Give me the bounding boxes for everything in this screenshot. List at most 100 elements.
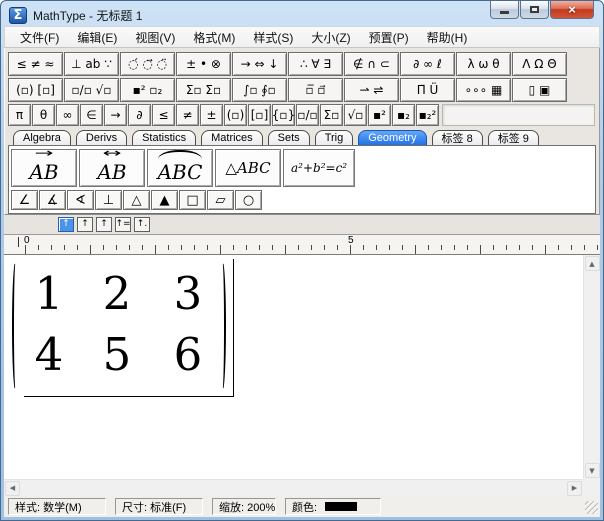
quick-superscript-button[interactable]: ▪² [368, 104, 391, 126]
matrix-equation[interactable]: 1 2 3 4 5 6 [12, 259, 234, 397]
palette-arrow-symbols[interactable]: → ⇔ ↓ [232, 52, 287, 76]
palette-fraction-radical-templates[interactable]: ▫/▫ √▫ [64, 78, 119, 102]
vertical-scrollbar[interactable]: ▲ ▼ [583, 255, 600, 479]
palette-matrix-templates[interactable]: ∘∘∘ ▦ [456, 78, 511, 102]
palette-integral-templates[interactable]: ∫▫ ∮▫ [232, 78, 287, 102]
triangle-filled-button[interactable]: ▲ [151, 190, 178, 210]
maximize-button[interactable] [520, 1, 549, 19]
ruler[interactable]: 0 5 [4, 235, 600, 255]
pythagoras-button[interactable]: a²+b²=c² [283, 149, 356, 187]
menu-help[interactable]: 帮助(H) [418, 26, 477, 49]
geometry-tab-panel: → AB ↔ AB ABC △ ABC a²+b²=c² ∠ ∡ ∢ ⊥ △ ▲… [8, 145, 596, 214]
quick-braces-button[interactable]: {▫} [272, 104, 295, 126]
palette-relational-symbols[interactable]: ≤ ≠ ≈ [8, 52, 63, 76]
status-zoom[interactable]: 缩放: 200% [212, 498, 276, 515]
palette-tabs: Algebra Derivs Statistics Matrices Sets … [8, 128, 597, 145]
quick-infinity-button[interactable]: ∞ [56, 104, 79, 126]
scroll-up-icon[interactable]: ▲ [584, 256, 600, 271]
equation-canvas[interactable]: 1 2 3 4 5 6 [4, 255, 583, 479]
titlebar[interactable]: Σ MathType - 无标题 1 × [4, 1, 600, 26]
palette-fence-templates[interactable]: (▫) [▫] [8, 78, 63, 102]
status-style[interactable]: 样式: 数学(M) [8, 498, 106, 515]
quick-fraction-button[interactable]: ▫/▫ [296, 104, 319, 126]
quick-partial-button[interactable]: ∂ [128, 104, 151, 126]
parallelogram-button[interactable]: ▱ [207, 190, 234, 210]
quick-parentheses-button[interactable]: (▫) [224, 104, 247, 126]
right-arrow-over-icon: → [34, 145, 54, 160]
tabstop-right-button[interactable]: ↑ [96, 217, 112, 232]
palette-product-templates[interactable]: Π̈ Ü [400, 78, 455, 102]
statusbar: 样式: 数学(M) 尺寸: 标准(F) 缩放: 200% 颜色: [4, 496, 600, 517]
palette-greek-lowercase[interactable]: λ ω θ [456, 52, 511, 76]
circle-button[interactable]: ○ [235, 190, 262, 210]
spherical-angle-button[interactable]: ∢ [67, 190, 94, 210]
scroll-down-icon[interactable]: ▼ [584, 463, 600, 478]
quick-subscript-button[interactable]: ▪₂ [392, 104, 415, 126]
quick-plusminus-button[interactable]: ± [200, 104, 223, 126]
palette-operator-symbols[interactable]: ± • ⊗ [176, 52, 231, 76]
palette-set-symbols[interactable]: ∉ ∩ ⊂ [344, 52, 399, 76]
scroll-right-icon[interactable]: ▶ [567, 480, 582, 496]
menu-format[interactable]: 格式(M) [184, 26, 244, 49]
minimize-button[interactable] [490, 1, 519, 19]
tab-matrices[interactable]: Matrices [201, 130, 263, 145]
menu-file[interactable]: 文件(F) [11, 26, 68, 49]
menu-size[interactable]: 大小(Z) [302, 26, 359, 49]
palette-spacing-symbols[interactable]: ⊥ ab ∵ [64, 52, 119, 76]
tabstop-row: ↑ ↑ ↑ ↑= ↑. [4, 215, 600, 235]
line-ab-button[interactable]: ↔ AB [79, 146, 145, 187]
menubar: 文件(F) 编辑(E) 视图(V) 格式(M) 样式(S) 大小(Z) 预置(P… [4, 26, 600, 48]
quick-leq-button[interactable]: ≤ [152, 104, 175, 126]
tab-sets[interactable]: Sets [267, 130, 310, 145]
scroll-left-icon[interactable]: ◀ [5, 480, 20, 496]
tab-label9[interactable]: 标签 9 [487, 130, 539, 145]
square-button[interactable]: □ [179, 190, 206, 210]
perpendicular-button[interactable]: ⊥ [95, 190, 122, 210]
quick-arrow-button[interactable]: → [104, 104, 127, 126]
quick-pi-button[interactable]: π [8, 104, 31, 126]
arc-abc-button[interactable]: ABC [147, 149, 213, 187]
palette-box-templates[interactable]: ▯ ▣ [512, 78, 567, 102]
tabstop-decimal-button[interactable]: ↑. [134, 217, 150, 232]
angle-button[interactable]: ∠ [11, 190, 38, 210]
palette-script-templates[interactable]: ▪² ▫₂ [120, 78, 175, 102]
quick-subsuperscript-button[interactable]: ▪₂² [416, 104, 439, 126]
status-color[interactable]: 颜色: [285, 498, 381, 515]
triangle-outline-button[interactable]: △ [123, 190, 150, 210]
quick-theta-button[interactable]: θ [32, 104, 55, 126]
tab-derivs[interactable]: Derivs [75, 130, 128, 145]
palette-logic-symbols[interactable]: ∴ ∀ ∃ [288, 52, 343, 76]
quick-sum-button[interactable]: Σ▫ [320, 104, 343, 126]
close-button[interactable]: × [550, 1, 594, 19]
resize-grip-icon[interactable] [585, 501, 598, 514]
palette-embellishments[interactable]: ◌́ ◌⃗ ◌̈ [120, 52, 175, 76]
triangle-abc-button[interactable]: △ ABC [215, 149, 281, 187]
palette-greek-uppercase[interactable]: Λ Ω Θ [512, 52, 567, 76]
status-size[interactable]: 尺寸: 标准(F) [115, 498, 203, 515]
measured-angle-button[interactable]: ∡ [39, 190, 66, 210]
horizontal-scrollbar[interactable]: ◀ ▶ [4, 479, 583, 496]
tab-label8[interactable]: 标签 8 [431, 130, 483, 145]
menu-view[interactable]: 视图(V) [126, 26, 184, 49]
palette-overbar-templates[interactable]: ▫̅ ▫⃗ [288, 78, 343, 102]
palette-sum-templates[interactable]: Σ▫ Σ▫ [176, 78, 231, 102]
tabstop-equal-button[interactable]: ↑= [115, 217, 131, 232]
menu-edit[interactable]: 编辑(E) [68, 26, 126, 49]
menu-style[interactable]: 样式(S) [244, 26, 302, 49]
arc-abc-label: ABC [157, 159, 203, 184]
line-ab-label: AB [97, 159, 127, 184]
palette-labeled-arrow-templates[interactable]: ⇀ ⇌ [344, 78, 399, 102]
tabstop-left-button[interactable]: ↑ [58, 217, 74, 232]
quick-neq-button[interactable]: ≠ [176, 104, 199, 126]
palette-misc-symbols[interactable]: ∂ ∞ ℓ [400, 52, 455, 76]
menu-preferences[interactable]: 预置(P) [360, 26, 418, 49]
vector-ab-button[interactable]: → AB [11, 145, 77, 187]
quick-radical-button[interactable]: √▫ [344, 104, 367, 126]
quick-element-of-button[interactable]: ∈ [80, 104, 103, 126]
tab-statistics[interactable]: Statistics [132, 130, 197, 145]
tab-trig[interactable]: Trig [314, 130, 354, 145]
tabstop-center-button[interactable]: ↑ [77, 217, 93, 232]
tab-geometry[interactable]: Geometry [358, 130, 427, 145]
tab-algebra[interactable]: Algebra [13, 130, 71, 145]
quick-brackets-button[interactable]: [▫] [248, 104, 271, 126]
